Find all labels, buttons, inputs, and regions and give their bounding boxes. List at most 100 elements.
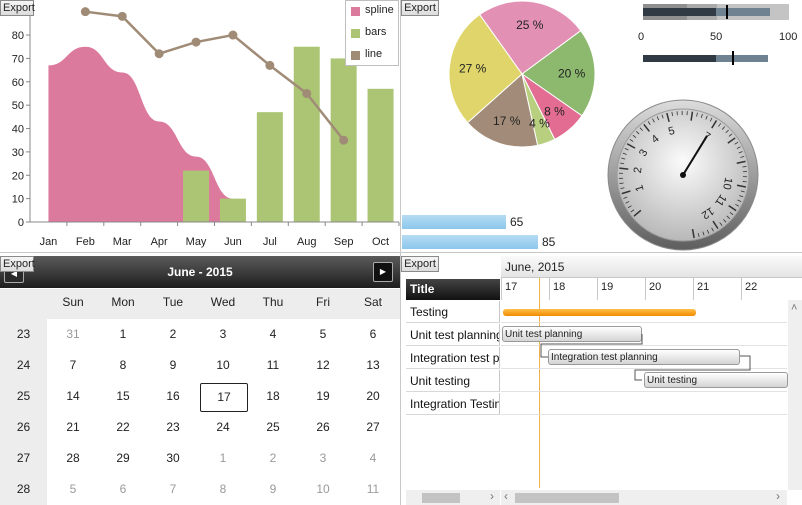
- line-point: [228, 30, 238, 40]
- calendar-day[interactable]: 4: [248, 319, 298, 350]
- calendar-day[interactable]: 1: [198, 443, 248, 474]
- calendar-day[interactable]: 21: [48, 412, 98, 443]
- calendar-day[interactable]: 15: [98, 381, 148, 412]
- weekday-sun: Sun: [62, 295, 84, 309]
- calendar-day[interactable]: 8: [198, 474, 248, 505]
- gantt-vscrollbar[interactable]: ˄: [788, 300, 802, 490]
- calendar-day[interactable]: 3: [198, 319, 248, 350]
- weekday-fri: Fri: [316, 295, 330, 309]
- gantt-row-title[interactable]: Integration test planning: [406, 347, 500, 369]
- calendar-day[interactable]: 30: [148, 443, 198, 474]
- gantt-grid-scroll-right[interactable]: ›: [490, 489, 494, 503]
- pie-label-5: 27 %: [459, 62, 487, 76]
- x-tick-label-apr: Apr: [151, 236, 168, 248]
- calendar-day[interactable]: 6: [98, 474, 148, 505]
- x-tick-label-sep: Sep: [334, 236, 354, 248]
- gantt-day-header: 22: [741, 278, 789, 300]
- calendar-day[interactable]: 19: [298, 381, 348, 412]
- calendar-next-button[interactable]: ▶: [373, 262, 393, 282]
- gantt-timeline-scroll-left[interactable]: ‹: [504, 489, 508, 503]
- bar-jun: [219, 198, 246, 222]
- gantt-row-title[interactable]: Integration Testing: [406, 393, 500, 415]
- calendar-day[interactable]: 25: [248, 412, 298, 443]
- calendar-day[interactable]: 24: [198, 412, 248, 443]
- y-tick-label-80: 80: [12, 30, 24, 42]
- dependency-arrow: [540, 334, 643, 358]
- calendar-day[interactable]: 7: [48, 350, 98, 381]
- calendar-day[interactable]: 26: [298, 412, 348, 443]
- bar-jul: [256, 112, 283, 222]
- calendar-day[interactable]: 18: [248, 381, 298, 412]
- calendar-day[interactable]: 10: [298, 474, 348, 505]
- gantt-scroll-up[interactable]: ˄: [791, 302, 797, 314]
- pie-label-3: 4 %: [529, 117, 550, 131]
- gantt-timeline-hscrollbar[interactable]: ‹ ›: [501, 489, 787, 505]
- week-number: 23: [16, 327, 31, 341]
- calendar-day[interactable]: 4: [348, 443, 398, 474]
- hbar-2: [402, 235, 538, 249]
- calendar-day[interactable]: 10: [198, 350, 248, 381]
- radial-gauge: 123457101112: [607, 99, 759, 251]
- weekday-mon: Mon: [111, 295, 135, 309]
- calendar-day[interactable]: 1: [98, 319, 148, 350]
- calendar-day[interactable]: 2: [248, 443, 298, 474]
- calendar-day[interactable]: 22: [98, 412, 148, 443]
- gantt-grid-scroll-thumb[interactable]: [422, 493, 460, 503]
- bar-oct: [367, 88, 394, 222]
- calendar-day[interactable]: 20: [348, 381, 398, 412]
- bullet2-value-bar: [643, 55, 716, 62]
- calendar-day[interactable]: 5: [48, 474, 98, 505]
- bullet2-comparative-bar: [716, 55, 768, 62]
- gantt-grid-hscrollbar[interactable]: ›: [406, 489, 500, 505]
- calendar-day[interactable]: 5: [298, 319, 348, 350]
- calendar-day[interactable]: 16: [148, 381, 198, 412]
- week-number: 25: [16, 389, 31, 403]
- y-tick-label-10: 10: [12, 194, 24, 206]
- legend-swatch-line: [351, 51, 360, 60]
- calendar-day[interactable]: 11: [348, 474, 398, 505]
- bar-aug: [293, 46, 320, 222]
- calendar-day[interactable]: 9: [248, 474, 298, 505]
- export-button-pie[interactable]: Export: [401, 0, 439, 16]
- y-tick-label-30: 30: [12, 147, 24, 159]
- pie-label-0: 25 %: [516, 18, 544, 32]
- bullet-graph-2: [643, 51, 789, 65]
- gantt-month-header: June, 2015: [501, 256, 802, 278]
- legend-label-line: line: [365, 48, 383, 60]
- calendar-day-selected[interactable]: 17: [200, 383, 248, 412]
- gantt-timeline-scroll-right[interactable]: ›: [776, 489, 780, 503]
- calendar-day[interactable]: 3: [298, 443, 348, 474]
- calendar-day[interactable]: 2: [148, 319, 198, 350]
- calendar-day[interactable]: 27: [348, 412, 398, 443]
- gantt-timeline-scroll-thumb[interactable]: [515, 493, 619, 503]
- gantt-day-header: 21: [693, 278, 741, 300]
- bullet-scale-50: 50: [710, 31, 723, 43]
- export-button-calendar[interactable]: Export: [0, 256, 35, 272]
- export-button-chart[interactable]: Export: [0, 0, 35, 16]
- calendar-day[interactable]: 11: [248, 350, 298, 381]
- calendar-day[interactable]: 6: [348, 319, 398, 350]
- pie-chart: 25 %20 %8 %4 %17 %27 %: [448, 0, 596, 148]
- calendar-day[interactable]: 29: [98, 443, 148, 474]
- calendar-day[interactable]: 8: [98, 350, 148, 381]
- y-tick-label-70: 70: [12, 53, 24, 65]
- gantt-row-title[interactable]: Testing: [406, 301, 500, 323]
- y-tick-label-50: 50: [12, 100, 24, 112]
- calendar-day[interactable]: 7: [148, 474, 198, 505]
- calendar-day[interactable]: 28: [48, 443, 98, 474]
- pie-label-4: 17 %: [493, 114, 521, 128]
- calendar-day[interactable]: 13: [348, 350, 398, 381]
- weekday-sat: Sat: [363, 295, 382, 309]
- calendar-day[interactable]: 31: [48, 319, 98, 350]
- gantt-row-title[interactable]: Unit test planning: [406, 324, 500, 346]
- calendar-day[interactable]: 14: [48, 381, 98, 412]
- bar-may: [183, 170, 210, 222]
- calendar-day[interactable]: 12: [298, 350, 348, 381]
- gantt-row-title[interactable]: Unit testing: [406, 370, 500, 392]
- hbar-1: [402, 215, 506, 229]
- export-button-gantt[interactable]: Export: [401, 256, 439, 272]
- week-number: 27: [16, 451, 31, 465]
- calendar-day[interactable]: 23: [148, 412, 198, 443]
- calendar-day[interactable]: 9: [148, 350, 198, 381]
- week-number: 24: [16, 358, 31, 372]
